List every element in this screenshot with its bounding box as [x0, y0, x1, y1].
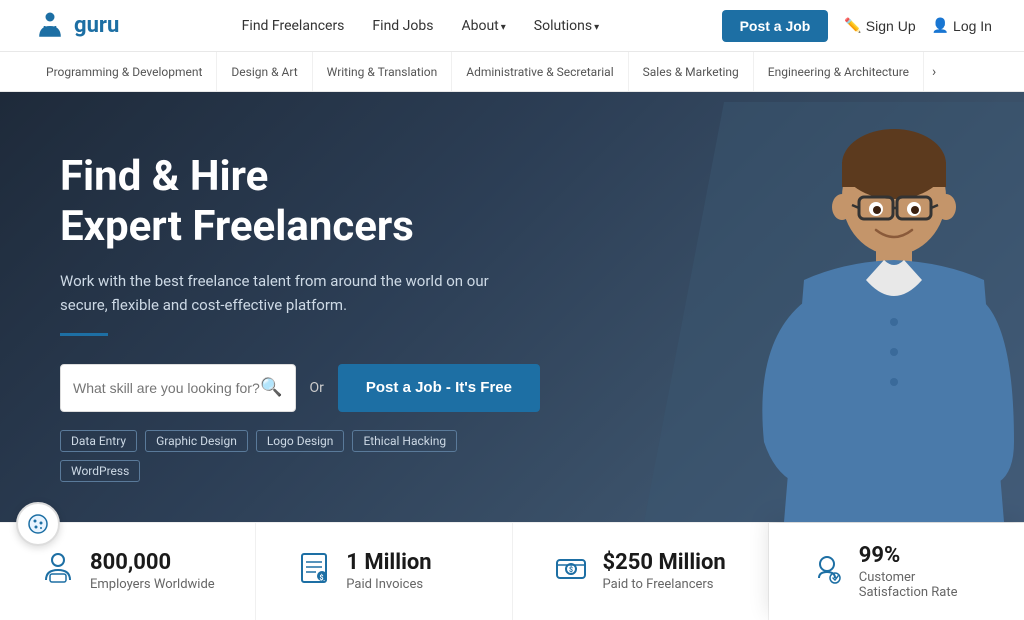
logo[interactable]: guru [32, 8, 119, 44]
search-row: 🔍 Or Post a Job - It's Free [60, 364, 540, 412]
stat-invoices: $ 1 Million Paid Invoices [256, 523, 512, 620]
stat-paid: $ $250 Million Paid to Freelancers [513, 523, 769, 620]
stat-invoices-label: Paid Invoices [346, 577, 431, 592]
stat-paid-number: $250 Million [603, 550, 726, 575]
svg-text:$: $ [569, 566, 573, 574]
stats-bar: 800,000 Employers Worldwide $ 1 Million … [0, 522, 1024, 620]
cat-engineering[interactable]: Engineering & Architecture [754, 52, 924, 91]
cat-design[interactable]: Design & Art [217, 52, 312, 91]
hero-divider [60, 333, 108, 336]
signup-button[interactable]: ✏️ Sign Up [844, 17, 915, 34]
stat-employers-text: 800,000 Employers Worldwide [90, 550, 215, 592]
paid-icon: $ [553, 550, 589, 593]
top-navigation: guru Find Freelancers Find Jobs About▾ S… [0, 0, 1024, 52]
search-input[interactable] [73, 380, 260, 396]
guru-logo-icon [32, 8, 68, 44]
employers-icon [40, 550, 76, 593]
hero-content: Find & Hire Expert Freelancers Work with… [0, 92, 600, 522]
cookie-icon [27, 513, 49, 535]
or-text: Or [310, 380, 324, 396]
nav-actions: Post a Job ✏️ Sign Up 👤 Log In [722, 10, 992, 42]
nav-find-freelancers[interactable]: Find Freelancers [242, 18, 345, 34]
post-job-hero-button[interactable]: Post a Job - It's Free [338, 364, 540, 412]
skill-tags: Data Entry Graphic Design Logo Design Et… [60, 430, 540, 482]
stat-satisfaction: 99% Customer Satisfaction Rate [769, 523, 1024, 620]
stat-paid-text: $250 Million Paid to Freelancers [603, 550, 726, 592]
cat-writing[interactable]: Writing & Translation [313, 52, 453, 91]
stat-employers-number: 800,000 [90, 550, 215, 575]
stat-satisfaction-text: 99% Customer Satisfaction Rate [859, 543, 984, 600]
post-job-nav-button[interactable]: Post a Job [722, 10, 829, 42]
logo-text: guru [74, 13, 119, 38]
satisfaction-icon [809, 550, 845, 593]
cookie-settings-button[interactable] [16, 502, 60, 546]
hero-title: Find & Hire Expert Freelancers [60, 152, 540, 253]
category-bar: Programming & Development Design & Art W… [0, 52, 1024, 92]
stat-invoices-number: 1 Million [346, 550, 431, 575]
nav-about[interactable]: About▾ [461, 18, 505, 34]
tag-data-entry[interactable]: Data Entry [60, 430, 137, 452]
nav-solutions[interactable]: Solutions▾ [534, 18, 599, 34]
cat-programming[interactable]: Programming & Development [32, 52, 217, 91]
tag-wordpress[interactable]: WordPress [60, 460, 140, 482]
stat-employers-label: Employers Worldwide [90, 577, 215, 592]
login-button[interactable]: 👤 Log In [932, 17, 992, 34]
cat-more-icon[interactable]: › [924, 64, 936, 80]
invoices-icon: $ [296, 550, 332, 593]
cat-admin[interactable]: Administrative & Secretarial [452, 52, 628, 91]
nav-links: Find Freelancers Find Jobs About▾ Soluti… [242, 18, 600, 34]
tag-logo-design[interactable]: Logo Design [256, 430, 345, 452]
stat-invoices-text: 1 Million Paid Invoices [346, 550, 431, 592]
search-icon[interactable]: 🔍 [260, 377, 282, 398]
hero-subtitle: Work with the best freelance talent from… [60, 269, 540, 317]
cat-sales[interactable]: Sales & Marketing [629, 52, 754, 91]
nav-find-jobs[interactable]: Find Jobs [372, 18, 433, 34]
tag-graphic-design[interactable]: Graphic Design [145, 430, 248, 452]
tag-ethical-hacking[interactable]: Ethical Hacking [352, 430, 457, 452]
hero-person-illustration [644, 102, 1024, 522]
svg-text:$: $ [320, 574, 324, 582]
search-box: 🔍 [60, 364, 296, 412]
stat-satisfaction-number: 99% [859, 543, 984, 568]
stat-paid-label: Paid to Freelancers [603, 577, 726, 592]
stat-satisfaction-label: Customer Satisfaction Rate [859, 570, 984, 600]
hero-section: Find & Hire Expert Freelancers Work with… [0, 92, 1024, 522]
